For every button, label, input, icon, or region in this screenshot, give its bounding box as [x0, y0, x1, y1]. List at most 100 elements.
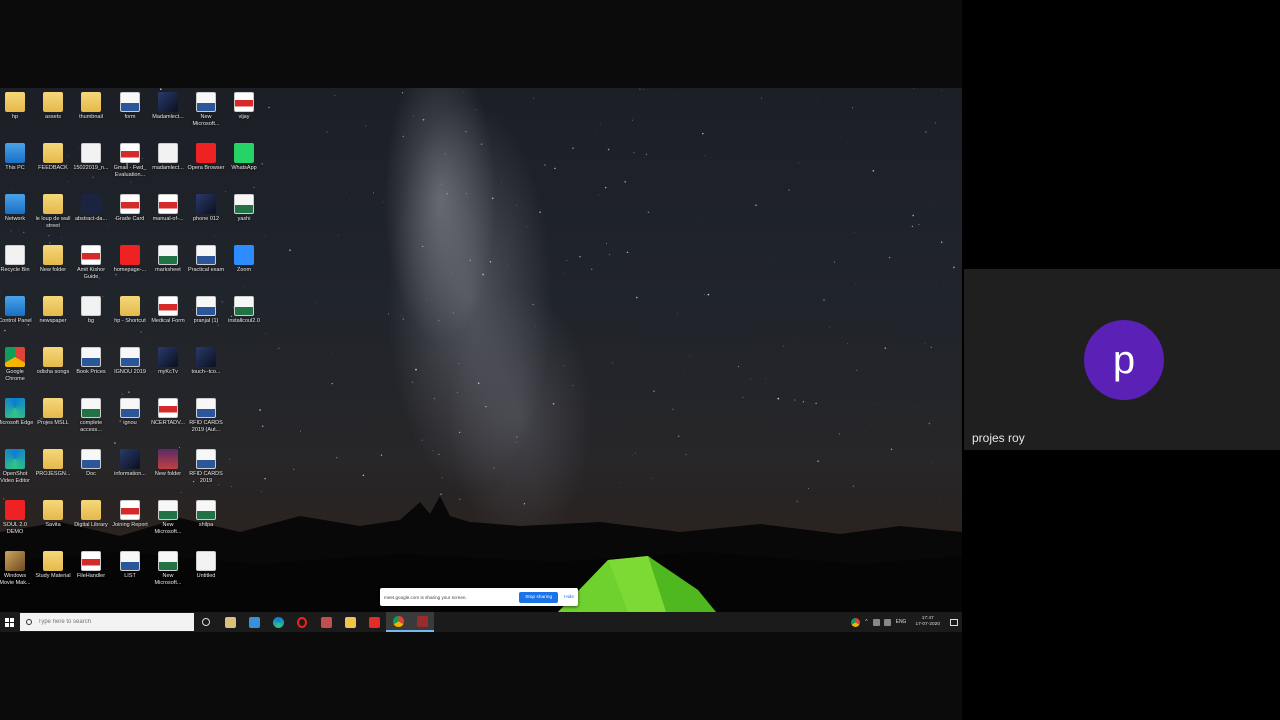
desktop-icon[interactable]: New folder — [149, 449, 187, 499]
desktop-icon[interactable]: Recycle Bin — [0, 245, 34, 295]
desktop-icon[interactable]: hp - Shortcut — [111, 296, 149, 346]
desktop-icon[interactable]: complete access... — [72, 398, 110, 448]
desktop-icon[interactable]: Google Chrome — [0, 347, 34, 397]
desktop-icon[interactable]: newspaper — [34, 296, 72, 346]
taskbar-app-recorder[interactable] — [410, 612, 434, 632]
desktop-icon[interactable]: Gmail - Fwd_ Evaluation... — [111, 143, 149, 193]
desktop-icon[interactable]: Projes MSLL — [34, 398, 72, 448]
desktop-icon[interactable]: hp — [0, 92, 34, 142]
taskbar-app-opera[interactable] — [290, 612, 314, 632]
desktop-icon[interactable]: assets — [34, 92, 72, 142]
desktop-icon[interactable]: New folder — [34, 245, 72, 295]
desktop-icon[interactable]: homepage-... — [111, 245, 149, 295]
desktop-icon[interactable]: WhatsApp — [225, 143, 263, 193]
desktop-icon-label: assets — [45, 114, 61, 120]
desktop-icon[interactable]: SOUL 2.0 DEMO — [0, 500, 34, 550]
taskbar-app-chrome[interactable] — [386, 612, 410, 632]
desktop-icon[interactable]: thumbnail — [72, 92, 110, 142]
star — [446, 192, 448, 195]
desktop-icon[interactable]: New Microsoft... — [149, 551, 187, 601]
taskbar-app-media[interactable] — [314, 612, 338, 632]
store-icon — [224, 616, 236, 628]
chrome-tray-icon[interactable] — [851, 617, 861, 627]
desktop-icon[interactable]: This PC — [0, 143, 34, 193]
desktop-icon[interactable]: odisha songs — [34, 347, 72, 397]
desktop-icon[interactable]: Grade Card — [111, 194, 149, 244]
star — [912, 214, 915, 217]
taskbar-search[interactable] — [20, 613, 194, 631]
taskbar-app-youtube[interactable] — [362, 612, 386, 632]
file-icon — [5, 245, 25, 265]
taskbar-app-edge[interactable] — [266, 612, 290, 632]
desktop-icon[interactable]: manual-of-... — [149, 194, 187, 244]
taskbar-app-file-explorer[interactable] — [338, 612, 362, 632]
taskbar-app-store[interactable] — [218, 612, 242, 632]
desktop-icon[interactable]: Savita — [34, 500, 72, 550]
desktop-icon[interactable]: Network — [0, 194, 34, 244]
desktop-icon[interactable]: New Microsoft... — [187, 92, 225, 142]
language-indicator[interactable]: ENG — [896, 619, 907, 625]
desktop-icon[interactable]: 15022019_n... — [72, 143, 110, 193]
desktop-icon[interactable]: Control Panel — [0, 296, 34, 346]
desktop-icon[interactable]: Medical Form — [149, 296, 187, 346]
desktop-icon[interactable]: bg — [72, 296, 110, 346]
task-view-button[interactable] — [194, 612, 218, 632]
desktop-icon[interactable]: installcoul2.0 — [225, 296, 263, 346]
desktop-icon[interactable]: PROJESGN... — [34, 449, 72, 499]
star — [535, 325, 536, 327]
participant-tile[interactable]: p projes roy — [964, 269, 1280, 450]
hide-banner-button[interactable]: Hide — [564, 595, 574, 600]
desktop-icon[interactable]: New Microsoft... — [149, 500, 187, 550]
desktop-icon-label: This PC — [5, 165, 25, 171]
taskbar-clock[interactable]: 17:47 17-07-2020 — [915, 616, 940, 628]
desktop-icon[interactable]: phone 012 — [187, 194, 225, 244]
stop-sharing-button[interactable]: Stop sharing — [519, 591, 559, 603]
desktop-icon[interactable]: madamlect... — [149, 143, 187, 193]
desktop-icon[interactable]: information... — [111, 449, 149, 499]
volume-icon[interactable] — [883, 618, 891, 626]
desktop-icon[interactable]: NCERTADV... — [149, 398, 187, 448]
desktop-icon[interactable]: vijay — [225, 92, 263, 142]
desktop-icon[interactable]: le loup de wall street — [34, 194, 72, 244]
desktop-icon[interactable]: FEEDBACK — [34, 143, 72, 193]
file-icon — [81, 296, 101, 316]
desktop-icon-label: Study Material — [35, 573, 71, 579]
desktop-icon[interactable]: Amit Kishor Guide — [72, 245, 110, 295]
desktop-icon[interactable]: myKcTv — [149, 347, 187, 397]
start-button[interactable] — [0, 612, 18, 632]
desktop-icon[interactable]: Digital Library — [72, 500, 110, 550]
desktop-icon[interactable]: Practical exam — [187, 245, 225, 295]
desktop-icon[interactable]: RFID CARDS 2019 (Aut... — [187, 398, 225, 448]
desktop-icon[interactable]: Untitled — [187, 551, 225, 601]
network-icon[interactable] — [872, 618, 880, 626]
desktop-icon[interactable]: Study Material — [34, 551, 72, 601]
desktop-icon[interactable]: IGNOU 2019 — [111, 347, 149, 397]
desktop-icon[interactable]: OpenShot Video Editor — [0, 449, 34, 499]
tray-chevron-icon[interactable]: ^ — [865, 619, 867, 625]
desktop-icon[interactable]: ignou — [111, 398, 149, 448]
desktop-icon[interactable]: Microsoft Edge — [0, 398, 34, 448]
desktop-icon[interactable]: yashi — [225, 194, 263, 244]
desktop-icon[interactable]: abstract-da... — [72, 194, 110, 244]
star — [913, 88, 915, 90]
desktop-icon[interactable]: LIST — [111, 551, 149, 601]
desktop-icon[interactable]: shilpa — [187, 500, 225, 550]
desktop-icon[interactable]: Doc — [72, 449, 110, 499]
desktop-icon[interactable]: Windows Movie Mak... — [0, 551, 34, 601]
desktop-icon[interactable]: Madamlect... — [149, 92, 187, 142]
desktop-icon[interactable]: marksheet — [149, 245, 187, 295]
clock-date: 17-07-2020 — [915, 622, 940, 627]
desktop-icon[interactable]: touch--tco... — [187, 347, 225, 397]
desktop-icon-label: installcoul2.0 — [228, 318, 260, 324]
notifications-icon[interactable] — [950, 618, 958, 626]
desktop-icon[interactable]: form — [111, 92, 149, 142]
taskbar-app-mail[interactable] — [242, 612, 266, 632]
desktop-icon[interactable]: Zoom — [225, 245, 263, 295]
desktop-icon[interactable]: Book Prices — [72, 347, 110, 397]
desktop-icon[interactable]: Joining Report — [111, 500, 149, 550]
desktop-icon[interactable]: RFID CARDS 2019 — [187, 449, 225, 499]
desktop-icon[interactable]: FileHandler — [72, 551, 110, 601]
desktop-icon[interactable]: pranjal (1) — [187, 296, 225, 346]
taskbar-search-input[interactable] — [38, 619, 178, 625]
desktop-icon[interactable]: Opera Browser — [187, 143, 225, 193]
